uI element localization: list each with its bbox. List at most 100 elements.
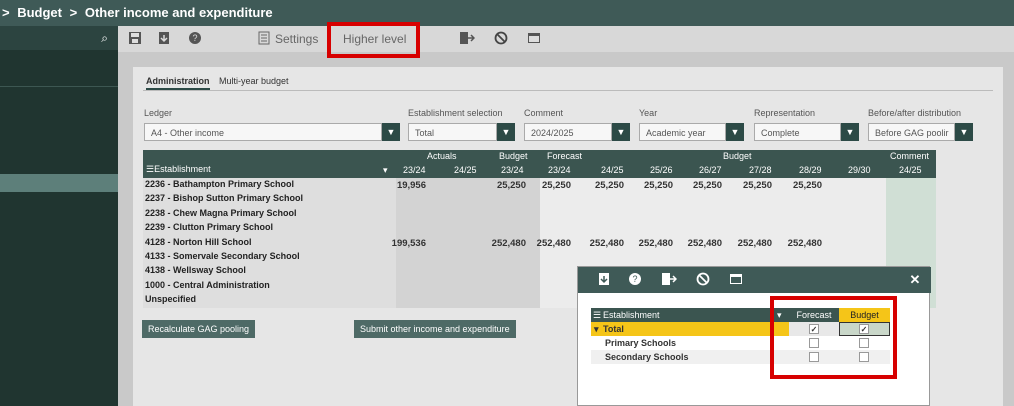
save-icon[interactable] bbox=[127, 31, 143, 47]
row-establishment-name: 2238 - Chew Magna Primary School bbox=[145, 207, 297, 218]
column-header-establishment-label: Establishment bbox=[154, 164, 211, 174]
year-header: 26/27 bbox=[699, 165, 722, 175]
help-icon[interactable]: ? bbox=[187, 31, 203, 47]
table-row[interactable]: 4128 - Norton Hill School 199,536 252,480 2… bbox=[143, 236, 936, 250]
table-row[interactable]: 2238 - Chew Magna Primary School bbox=[143, 207, 936, 221]
chevron-down-icon[interactable]: ▼ bbox=[726, 123, 744, 141]
table-cell[interactable]: 252,480 bbox=[590, 238, 624, 249]
table-cell[interactable]: 199,536 bbox=[392, 238, 426, 249]
before-after-select[interactable]: Before GAG poolir bbox=[868, 123, 955, 141]
sidebar-selected-item[interactable] bbox=[0, 174, 118, 192]
row-establishment-name: 4133 - Somervale Secondary School bbox=[145, 251, 300, 261]
table-row[interactable]: 2237 - Bishop Sutton Primary School bbox=[143, 192, 936, 206]
chevron-down-icon[interactable]: ▼ bbox=[612, 123, 630, 141]
year-header: 28/29 bbox=[799, 165, 822, 175]
menu-icon[interactable]: ☰ bbox=[593, 310, 601, 321]
table-cell[interactable]: 25,250 bbox=[595, 180, 624, 191]
row-establishment-name: 2236 - Bathampton Primary School bbox=[145, 179, 295, 189]
dialog-row-label: Secondary Schools bbox=[605, 352, 689, 362]
cancel-icon[interactable] bbox=[695, 272, 711, 288]
tab-divider bbox=[143, 90, 993, 91]
export-icon[interactable] bbox=[596, 272, 612, 288]
year-select[interactable]: Academic year bbox=[639, 123, 726, 141]
sidebar-divider bbox=[0, 86, 118, 87]
table-cell[interactable]: 252,480 bbox=[738, 238, 772, 249]
tab-multiyear-budget[interactable]: Multi-year budget bbox=[219, 76, 289, 86]
table-cell[interactable]: 19,956 bbox=[397, 180, 426, 191]
year-label: Year bbox=[639, 108, 658, 118]
comment-select[interactable]: 2024/2025 bbox=[524, 123, 612, 141]
row-establishment-name: 2239 - Clutton Primary School bbox=[145, 222, 274, 233]
settings-list-icon[interactable] bbox=[256, 31, 272, 47]
settings-button[interactable]: Settings bbox=[275, 32, 318, 46]
table-cell[interactable]: 25,250 bbox=[644, 180, 673, 191]
sidebar: ⌕ bbox=[0, 26, 118, 406]
row-establishment-name: 2237 - Bishop Sutton Primary School bbox=[145, 193, 304, 204]
year-header: 23/24 bbox=[403, 165, 426, 175]
breadcrumb-budget[interactable]: Budget bbox=[17, 5, 62, 20]
collapse-icon[interactable]: ▾ bbox=[594, 324, 599, 335]
group-budget-multi: Budget bbox=[723, 151, 752, 161]
table-cell[interactable]: 25,250 bbox=[542, 180, 571, 191]
window-icon[interactable] bbox=[526, 31, 542, 47]
row-establishment-name: 4138 - Wellsway School bbox=[145, 265, 246, 276]
cancel-icon[interactable] bbox=[493, 31, 509, 47]
year-header: 25/26 bbox=[650, 165, 673, 175]
close-icon[interactable]: ✕ bbox=[907, 272, 923, 288]
chevron-down-icon[interactable]: ▼ bbox=[841, 123, 859, 141]
year-header: 27/28 bbox=[749, 165, 772, 175]
sidebar-header: ⌕ bbox=[0, 26, 118, 50]
year-header: 29/30 bbox=[848, 165, 871, 175]
recalculate-gag-pooling-button[interactable]: Recalculate GAG pooling bbox=[142, 320, 256, 338]
chevron-down-icon[interactable]: ▼ bbox=[955, 123, 973, 141]
year-header: 24/25 bbox=[899, 165, 922, 175]
year-header: 24/25 bbox=[454, 165, 477, 175]
table-row[interactable]: 2239 - Clutton Primary School bbox=[143, 221, 936, 235]
share-icon[interactable] bbox=[459, 31, 476, 47]
export-icon[interactable] bbox=[156, 31, 172, 47]
establishment-selection-label: Establishment selection bbox=[408, 108, 503, 118]
establishment-selection-select[interactable]: Total bbox=[408, 123, 497, 141]
table-row[interactable]: 4133 - Somervale Secondary School bbox=[143, 250, 936, 264]
search-icon[interactable]: ⌕ bbox=[101, 31, 108, 46]
tab-administration[interactable]: Administration bbox=[146, 76, 210, 90]
group-budget: Budget bbox=[499, 151, 528, 161]
chevron-down-icon[interactable]: ▼ bbox=[497, 123, 515, 141]
representation-label: Representation bbox=[754, 108, 816, 118]
dialog-row-label: Primary Schools bbox=[605, 338, 677, 348]
column-header-establishment[interactable]: ☰Establishment bbox=[146, 164, 211, 175]
table-cell[interactable]: 252,480 bbox=[639, 238, 673, 249]
table-cell[interactable]: 252,480 bbox=[688, 238, 722, 249]
svg-text:?: ? bbox=[192, 33, 197, 43]
share-icon[interactable] bbox=[661, 272, 678, 288]
title-bar: > Budget > Other income and expenditure bbox=[0, 0, 1014, 26]
table-header: ☰Establishment ▾ Actuals Budget Forecast… bbox=[143, 150, 936, 178]
window-icon[interactable] bbox=[728, 272, 744, 288]
table-cell[interactable]: 25,250 bbox=[793, 180, 822, 191]
dialog-toolbar: ? ✕ bbox=[578, 267, 931, 293]
table-cell[interactable]: 25,250 bbox=[743, 180, 772, 191]
comment-label: Comment bbox=[524, 108, 564, 118]
chevron-down-icon[interactable]: ▼ bbox=[382, 123, 400, 141]
table-row[interactable]: 2236 - Bathampton Primary School 19,956 25… bbox=[143, 178, 936, 192]
dialog-row-label: Total bbox=[603, 324, 624, 334]
table-cell[interactable]: 252,480 bbox=[537, 238, 571, 249]
table-cell[interactable]: 252,480 bbox=[788, 238, 822, 249]
group-forecast: Forecast bbox=[547, 151, 583, 161]
year-header: 23/24 bbox=[501, 165, 524, 175]
highlight-box-higher-level bbox=[327, 22, 420, 58]
table-cell[interactable]: 25,250 bbox=[497, 180, 526, 191]
row-establishment-name: 4128 - Norton Hill School bbox=[145, 236, 252, 247]
year-header: 24/25 bbox=[601, 165, 624, 175]
sort-icon[interactable]: ▾ bbox=[383, 165, 388, 176]
help-icon[interactable]: ? bbox=[627, 272, 643, 288]
menu-icon[interactable]: ☰ bbox=[146, 164, 154, 174]
row-establishment-name: Unspecified bbox=[145, 294, 197, 305]
group-comment: Comment bbox=[890, 151, 930, 161]
ledger-select[interactable]: A4 - Other income bbox=[144, 123, 382, 141]
table-cell[interactable]: 25,250 bbox=[693, 180, 722, 191]
representation-select[interactable]: Complete bbox=[754, 123, 841, 141]
toolbar: ? Settings Higher level bbox=[118, 26, 1014, 52]
submit-other-income-button[interactable]: Submit other income and expenditure bbox=[354, 320, 516, 338]
table-cell[interactable]: 252,480 bbox=[492, 238, 526, 249]
